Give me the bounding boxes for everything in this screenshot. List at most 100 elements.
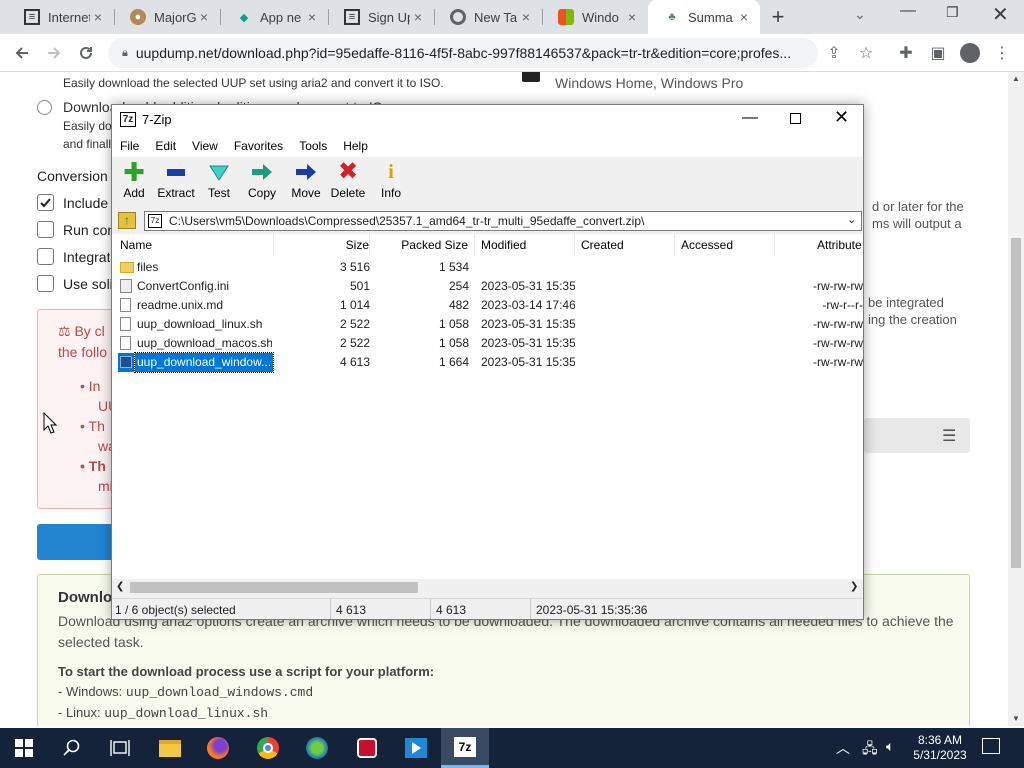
tab-newtab[interactable]: New Tab × [434,0,542,34]
menu-help[interactable]: Help [335,139,376,153]
menu-tools[interactable]: Tools [291,139,335,153]
bookmark-star-icon[interactable]: ☆ [852,39,880,67]
close-icon[interactable]: × [518,9,534,25]
sevenzip-close-button[interactable]: ✕ [834,107,849,128]
minimize-button[interactable]: — [900,2,916,20]
tab-favicon-icon: ≡ [344,9,360,25]
close-icon[interactable]: × [410,9,426,25]
download-manager-icon[interactable] [293,728,341,768]
script-filename: uup_download_linux.sh [104,706,269,721]
close-icon[interactable]: × [304,9,320,25]
address-bar[interactable]: 🔒︎ uupdump.net/download.php?id=95edaffe-… [108,38,818,68]
file-row[interactable]: ConvertConfig.ini 501 254 2023-05-31 15:… [112,277,863,296]
close-icon[interactable]: × [624,9,640,25]
list-button-bar[interactable]: ☰ [864,418,970,453]
column-modified-header[interactable]: Modified [475,234,575,256]
editions-text: Windows Home, Windows Pro [555,75,744,91]
run-checkbox[interactable] [37,221,54,238]
column-packed-header[interactable]: Packed Size [370,234,475,256]
tool-label: Add [123,186,145,200]
menu-kebab-icon[interactable]: ⋮ [988,39,1016,67]
close-icon[interactable]: × [90,9,106,25]
sevenzip-taskbar-icon[interactable]: 7z [441,728,489,768]
file-attr: -rw-rw-rw [813,355,863,369]
page-scrollbar-thumb[interactable] [1011,238,1021,568]
start-button[interactable] [0,728,48,768]
tray-chevron-icon[interactable]: ︿ [836,738,850,758]
system-clock[interactable]: 8:36 AM 5/31/2023 [912,733,968,763]
task-view-icon[interactable] [96,728,144,768]
profile-avatar[interactable] [956,39,984,67]
integrate-checkbox[interactable] [37,248,54,265]
sidepanel-icon[interactable]: ▣ [924,39,952,67]
extract-button[interactable]: Extract [154,161,198,200]
tab-internet[interactable]: ≡ Internet × [8,0,114,34]
menu-favorites[interactable]: Favorites [226,139,291,153]
move-button[interactable]: Move [284,161,328,200]
scroll-up-arrow-icon[interactable]: ▲ [1012,74,1020,83]
sevenzip-minimize-button[interactable]: — [742,109,758,127]
sevenzip-path-field[interactable]: 7z C:\Users\vm5\Downloads\Compressed\253… [144,211,862,231]
close-icon[interactable]: × [736,9,752,25]
extensions-icon[interactable]: ✚ [892,39,920,67]
sevenzip-maximize-button[interactable] [790,113,801,124]
start-download-button[interactable] [37,524,117,560]
tab-app[interactable]: ◆ App ne × [220,0,328,34]
close-window-button[interactable]: ✕ [992,2,1009,27]
share-icon[interactable]: ⇪ [820,39,848,67]
scroll-left-arrow-icon[interactable]: ❮ [116,581,124,592]
restore-button[interactable]: ❐ [946,4,959,21]
scroll-right-arrow-icon[interactable]: ❯ [850,581,858,592]
file-row[interactable]: uup_download_macos.sh 2 522 1 058 2023-0… [112,334,863,353]
script-filename: uup_download_windows.cmd [125,685,314,700]
hscroll-thumb[interactable] [130,582,418,593]
use-checkbox[interactable] [37,275,54,292]
add-button[interactable]: ✚ Add [112,159,156,200]
copy-button[interactable]: Copy [240,161,284,200]
firefox-icon[interactable] [194,728,242,768]
media-player-icon[interactable] [392,728,440,768]
delete-button[interactable]: ✖ Delete [326,160,370,201]
file-row[interactable]: readme.unix.md 1 014 482 2023-03-14 17:4… [112,296,863,315]
sevenzip-hscrollbar[interactable]: ❮ ❯ [112,579,863,596]
file-row[interactable]: uup_download_linux.sh 2 522 1 058 2023-0… [112,315,863,334]
column-attribute-header[interactable]: Attribute [775,234,863,256]
path-dropdown-icon[interactable]: ⌄ [847,213,856,226]
reload-icon[interactable] [72,39,100,67]
scroll-down-arrow-icon[interactable]: ▼ [1012,714,1020,723]
file-row[interactable]: files 3 516 1 534 [112,258,863,277]
radio-option-2[interactable] [37,100,52,115]
folder-up-icon[interactable]: ↑ [118,212,136,229]
test-button[interactable]: Test [197,161,241,200]
menu-edit[interactable]: Edit [147,139,184,153]
column-size-header[interactable]: Size [274,234,370,256]
file-attr: -rw-rw-rw [813,336,863,350]
column-created-header[interactable]: Created [575,234,675,256]
menu-view[interactable]: View [184,139,226,153]
forward-arrow-icon[interactable] [40,39,68,67]
mouse-cursor-icon [43,411,58,437]
volume-icon[interactable]: 🔈︎ [886,738,894,755]
search-icon[interactable] [48,728,96,768]
column-name-header[interactable]: Name [112,234,274,256]
info-button[interactable]: i Info [369,161,413,200]
tab-windows[interactable]: Windo × [542,0,648,34]
file-explorer-icon[interactable] [146,728,194,768]
tab-search-icon[interactable]: ⌄ [854,6,866,23]
screen-recorder-icon[interactable] [343,728,391,768]
new-tab-button[interactable]: + [766,5,790,29]
tab-majorgeeks[interactable]: ● MajorGe × [114,0,220,34]
tab-signup[interactable]: ≡ Sign Up × [328,0,434,34]
warning-lead-text: the follo [58,344,108,360]
clock-date: 5/31/2023 [913,748,967,762]
chrome-icon[interactable] [244,728,292,768]
file-row-selected[interactable]: uup_download_window... 4 613 1 664 2023-… [112,352,863,373]
column-accessed-header[interactable]: Accessed [675,234,775,256]
menu-file[interactable]: File [112,139,147,153]
notification-icon[interactable] [982,738,1000,754]
back-arrow-icon[interactable] [8,39,36,67]
tab-summary-active[interactable]: ♣ Summa × [648,0,760,34]
include-checkbox[interactable] [37,194,54,211]
close-icon[interactable]: × [196,9,212,25]
network-icon[interactable]: 🖧︎ [862,738,878,762]
